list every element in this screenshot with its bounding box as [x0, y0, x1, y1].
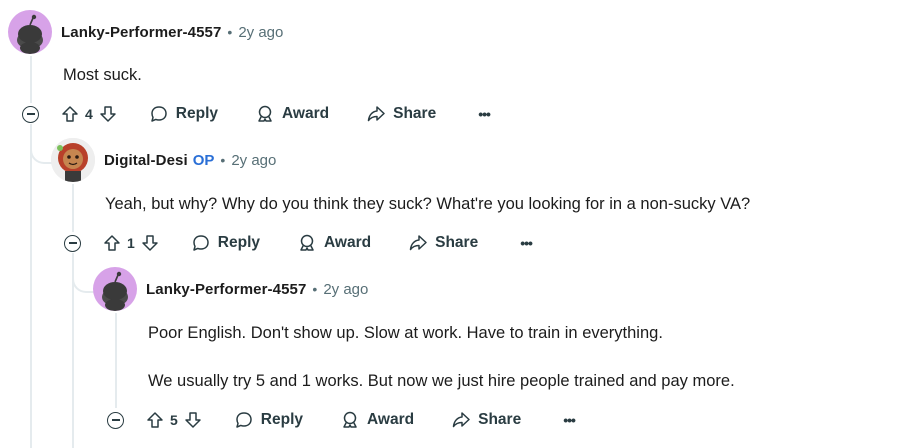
- vote-count: 1: [127, 235, 135, 251]
- collapse-thread-button[interactable]: [64, 234, 81, 252]
- reply-button[interactable]: Reply: [191, 233, 260, 253]
- reply-icon: [191, 233, 218, 253]
- comment-paragraph: Yeah, but why? Why do you think they suc…: [105, 195, 751, 213]
- timestamp[interactable]: 2y ago: [238, 24, 283, 41]
- comment-paragraph: Most suck.: [63, 66, 142, 84]
- award-label: Award: [367, 411, 415, 428]
- award-button[interactable]: Award: [255, 104, 329, 124]
- thread-line: [30, 124, 32, 448]
- meta-separator: •: [227, 24, 233, 40]
- thread-line: [30, 56, 32, 103]
- share-button[interactable]: Share: [451, 410, 521, 430]
- reply-button[interactable]: Reply: [234, 410, 303, 430]
- vote-count: 5: [170, 412, 178, 428]
- comment-action-bar: 1 Reply Award Share •••: [64, 228, 533, 258]
- more-options-button[interactable]: •••: [478, 106, 491, 122]
- meta-separator: •: [220, 152, 226, 168]
- comment-header: Digital-Desi OP • 2y ago: [51, 138, 276, 182]
- reply-icon: [234, 410, 261, 430]
- reply-label: Reply: [175, 105, 219, 122]
- award-button[interactable]: Award: [297, 233, 371, 253]
- comment-body: Most suck.: [63, 64, 142, 86]
- username[interactable]: Lanky-Performer-4557: [61, 24, 221, 41]
- comment-header: Lanky-Performer-4557 • 2y ago: [93, 267, 368, 311]
- thread-line: [72, 184, 74, 232]
- downvote-icon[interactable]: [99, 105, 117, 123]
- comment-body: Poor English. Don't show up. Slow at wor…: [148, 322, 735, 392]
- timestamp[interactable]: 2y ago: [231, 152, 276, 169]
- reply-icon: [149, 104, 176, 124]
- user-avatar-icon[interactable]: [51, 138, 95, 182]
- thread-line: [115, 313, 117, 408]
- vote-count: 4: [85, 106, 93, 122]
- timestamp[interactable]: 2y ago: [323, 281, 368, 298]
- share-icon: [366, 104, 393, 124]
- award-button[interactable]: Award: [340, 410, 414, 430]
- upvote-icon[interactable]: [61, 105, 79, 123]
- upvote-icon[interactable]: [146, 411, 164, 429]
- collapse-thread-button[interactable]: [22, 105, 39, 123]
- share-button[interactable]: Share: [366, 104, 436, 124]
- meta-separator: •: [312, 281, 318, 297]
- vote-group: 1: [103, 234, 159, 252]
- comment-action-bar: 5 Reply Award Share •••: [107, 405, 576, 435]
- reply-label: Reply: [260, 411, 304, 428]
- award-icon: [297, 233, 324, 253]
- op-badge: OP: [192, 151, 215, 169]
- comment-body: Yeah, but why? Why do you think they suc…: [105, 193, 750, 215]
- reply-label: Reply: [217, 234, 261, 251]
- share-icon: [451, 410, 478, 430]
- award-icon: [255, 104, 282, 124]
- collapse-thread-button[interactable]: [107, 411, 124, 429]
- comment-header: Lanky-Performer-4557 • 2y ago: [8, 10, 283, 54]
- share-label: Share: [478, 411, 522, 428]
- reply-button[interactable]: Reply: [149, 104, 218, 124]
- comment-action-bar: 4 Reply Award Share •••: [22, 99, 491, 129]
- more-options-button[interactable]: •••: [520, 235, 533, 251]
- downvote-icon[interactable]: [141, 234, 159, 252]
- upvote-icon[interactable]: [103, 234, 121, 252]
- share-label: Share: [393, 105, 437, 122]
- snoo-avatar-icon[interactable]: [93, 267, 137, 311]
- share-button[interactable]: Share: [408, 233, 478, 253]
- comment-paragraph: Poor English. Don't show up. Slow at wor…: [148, 324, 663, 342]
- vote-group: 5: [146, 411, 202, 429]
- award-label: Award: [324, 234, 372, 251]
- award-label: Award: [282, 105, 330, 122]
- comment-paragraph: We usually try 5 and 1 works. But now we…: [148, 372, 735, 390]
- username[interactable]: Digital-Desi: [104, 152, 188, 169]
- share-label: Share: [435, 234, 479, 251]
- snoo-avatar-icon[interactable]: [8, 10, 52, 54]
- username[interactable]: Lanky-Performer-4557: [146, 281, 306, 298]
- share-icon: [408, 233, 435, 253]
- more-options-button[interactable]: •••: [563, 412, 576, 428]
- award-icon: [340, 410, 367, 430]
- vote-group: 4: [61, 105, 117, 123]
- downvote-icon[interactable]: [184, 411, 202, 429]
